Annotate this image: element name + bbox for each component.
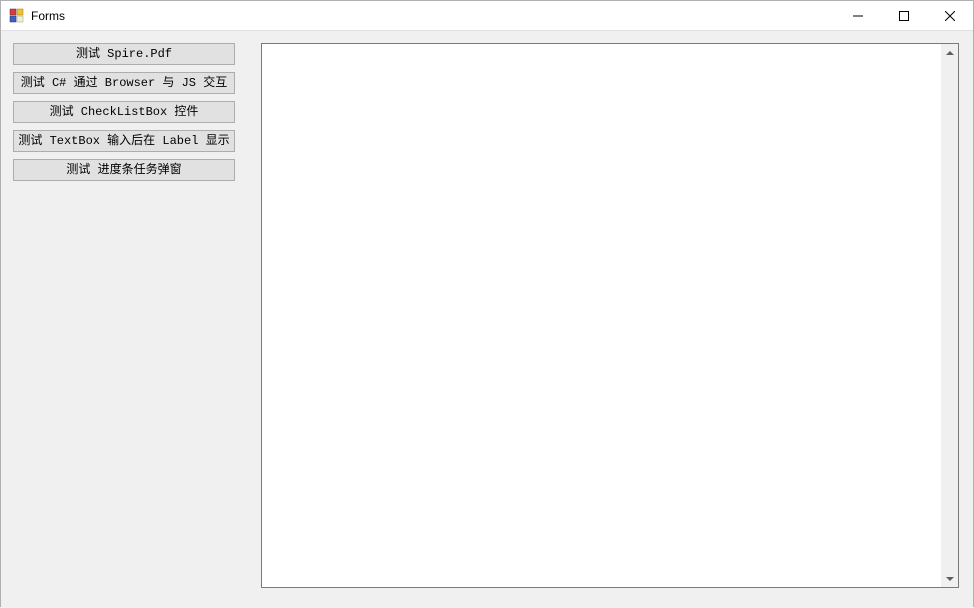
window-controls [835, 1, 973, 31]
close-button[interactable] [927, 1, 973, 31]
textarea-content[interactable] [262, 44, 941, 587]
test-progressbar-button[interactable]: 测试 进度条任务弹窗 [13, 159, 235, 181]
test-spire-pdf-button[interactable]: 测试 Spire.Pdf [13, 43, 235, 65]
test-textbox-label-button[interactable]: 测试 TextBox 输入后在 Label 显示 [13, 130, 235, 152]
scroll-down-arrow-icon[interactable] [941, 570, 958, 587]
app-icon [9, 8, 25, 24]
scroll-up-arrow-icon[interactable] [941, 44, 958, 61]
test-checklistbox-button[interactable]: 测试 CheckListBox 控件 [13, 101, 235, 123]
client-area: 测试 Spire.Pdf 测试 C# 通过 Browser 与 JS 交互 测试… [1, 31, 973, 608]
window-title: Forms [31, 9, 65, 23]
maximize-button[interactable] [881, 1, 927, 31]
vertical-scrollbar[interactable] [941, 44, 958, 587]
titlebar: Forms [1, 1, 973, 31]
test-csharp-browser-js-button[interactable]: 测试 C# 通过 Browser 与 JS 交互 [13, 72, 235, 94]
minimize-button[interactable] [835, 1, 881, 31]
button-panel: 测试 Spire.Pdf 测试 C# 通过 Browser 与 JS 交互 测试… [13, 43, 235, 188]
output-textarea[interactable] [261, 43, 959, 588]
